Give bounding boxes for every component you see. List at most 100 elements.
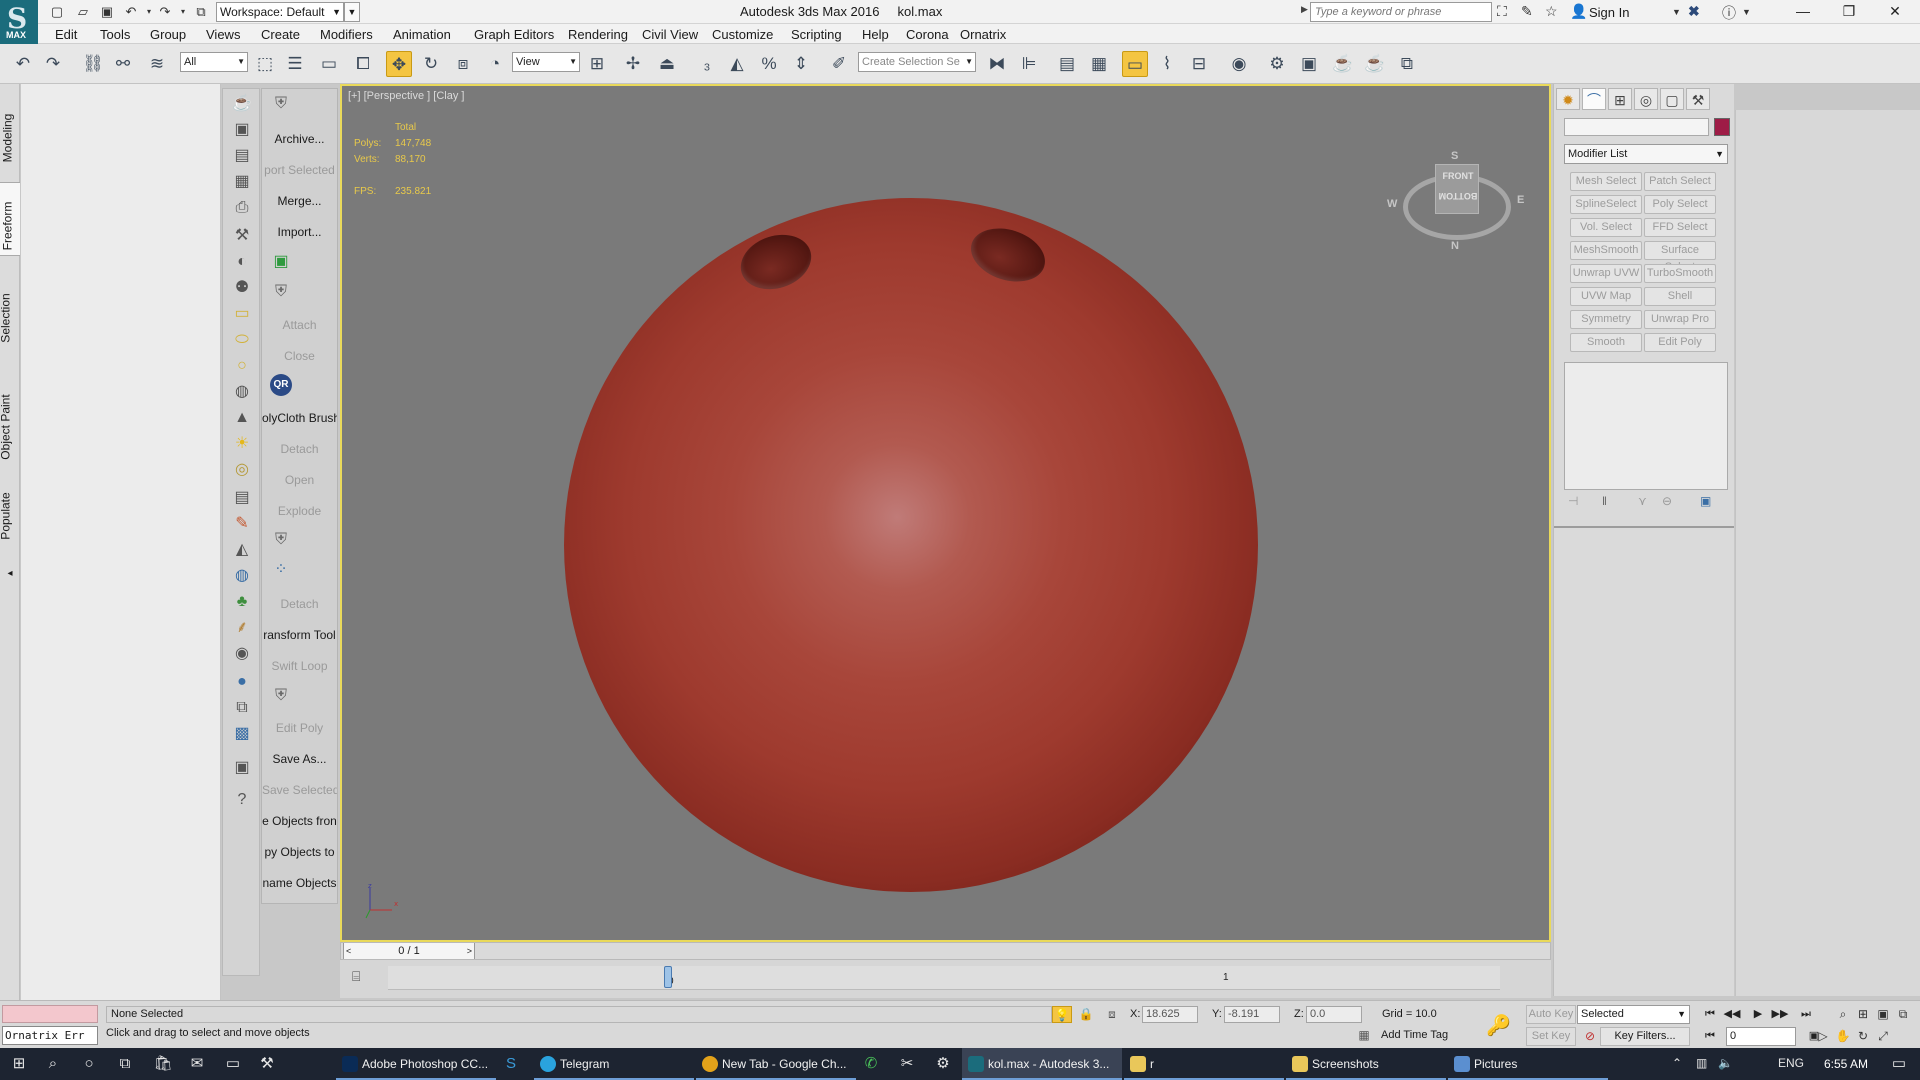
- menu-group[interactable]: Group: [150, 27, 186, 42]
- menu-rendering[interactable]: Rendering: [568, 27, 628, 42]
- camera-icon[interactable]: ⎙: [231, 197, 253, 219]
- track-ruler[interactable]: 0: [388, 966, 1500, 990]
- add-time-tag-button[interactable]: Add Time Tag: [1381, 1029, 1448, 1041]
- star-icon[interactable]: ☆: [1545, 3, 1558, 20]
- windows-start-icon[interactable]: ⊞: [8, 1054, 30, 1074]
- search-input[interactable]: Type a keyword or phrase: [1310, 2, 1492, 22]
- minimize-button[interactable]: —: [1780, 0, 1826, 24]
- time-slider[interactable]: < 0 / 1 >: [340, 942, 1551, 960]
- symmetry-button[interactable]: Symmetry: [1570, 310, 1642, 329]
- taskbar-app-telegram[interactable]: Telegram: [534, 1048, 694, 1080]
- ffd-select-button[interactable]: FFD Select: [1644, 218, 1716, 237]
- maxscript-listener-field[interactable]: [2, 1005, 98, 1023]
- sign-in-link[interactable]: Sign In: [1589, 5, 1629, 20]
- zoom-all-icon[interactable]: ⊞: [1854, 1005, 1872, 1023]
- open-button[interactable]: Open: [262, 470, 337, 490]
- binoculars-icon[interactable]: ⛶: [1497, 3, 1507, 20]
- disc-icon[interactable]: ⬭: [231, 329, 253, 351]
- app-menu-button[interactable]: S MAX: [0, 0, 38, 44]
- render-in-cloud-icon[interactable]: ⧉: [1394, 51, 1420, 77]
- snaps-toggle-icon[interactable]: ₃: [694, 51, 720, 77]
- align-icon[interactable]: ⊫: [1016, 51, 1042, 77]
- configure-modifier-sets-icon[interactable]: ▣: [1700, 494, 1711, 508]
- remove-modifier-icon[interactable]: ⊖: [1662, 494, 1672, 508]
- current-frame-field[interactable]: 0: [1726, 1027, 1796, 1046]
- subscription-icon[interactable]: ✎: [1521, 3, 1533, 20]
- zoom-extents-all-icon[interactable]: ⧉: [1894, 1005, 1912, 1023]
- export-selected-button[interactable]: port Selected: [262, 160, 337, 180]
- tube-icon[interactable]: ◍: [231, 381, 253, 403]
- help-icon[interactable]: ⓘ: [1722, 3, 1736, 23]
- x-coordinate-field[interactable]: 18.625: [1142, 1006, 1198, 1023]
- edit-poly-button[interactable]: Edit Poly: [262, 718, 337, 738]
- ribbon-expand-icon[interactable]: ◂: [0, 568, 20, 588]
- material-editor-icon[interactable]: ◉: [1226, 51, 1252, 77]
- vol-select-button[interactable]: Vol. Select: [1570, 218, 1642, 237]
- task-view-icon[interactable]: ⧉: [114, 1054, 136, 1074]
- auto-key-button[interactable]: Auto Key: [1526, 1005, 1576, 1024]
- chevron-down-icon[interactable]: ▼: [1672, 7, 1681, 17]
- tool-icon[interactable]: ⚒: [256, 1054, 278, 1074]
- taskbar-app-photoshop[interactable]: Adobe Photoshop CC...: [336, 1048, 496, 1080]
- store-icon[interactable]: 🛍: [152, 1054, 174, 1074]
- orbit-icon[interactable]: ↻: [1854, 1027, 1872, 1045]
- next-frame-icon[interactable]: ▶▶: [1770, 1006, 1790, 1023]
- redo-icon[interactable]: ↷: [40, 51, 66, 77]
- go-to-start-icon[interactable]: ⏮: [1700, 1006, 1720, 1023]
- mail-icon[interactable]: ✉: [186, 1054, 208, 1074]
- pivot-center-icon[interactable]: ⊞: [584, 51, 610, 77]
- import-button[interactable]: Import...: [262, 222, 337, 242]
- menu-corona[interactable]: Corona: [906, 27, 949, 42]
- pin-stack-icon[interactable]: ⊣: [1568, 494, 1578, 508]
- time-tag-icon[interactable]: ▦: [1354, 1027, 1374, 1044]
- menu-graph-editors[interactable]: Graph Editors: [474, 27, 554, 42]
- chevron-down-icon[interactable]: ▼: [1742, 7, 1751, 17]
- render-iterative-icon[interactable]: ☕: [1362, 51, 1388, 77]
- wrench-icon[interactable]: ⚒: [231, 225, 253, 247]
- spline-select-button[interactable]: SplineSelect: [1570, 195, 1642, 214]
- maximize-viewport-icon[interactable]: ⤢: [1874, 1027, 1892, 1045]
- render-frame-icon[interactable]: ▣: [231, 119, 253, 141]
- edit-poly-modifier-button[interactable]: Edit Poly: [1644, 333, 1716, 352]
- settings-icon[interactable]: ⚙: [932, 1054, 954, 1074]
- close-button[interactable]: Close: [262, 346, 337, 366]
- menu-help[interactable]: Help: [862, 27, 889, 42]
- workspace-selector[interactable]: Workspace: Default ▼: [216, 2, 344, 22]
- archive-button[interactable]: Archive...: [262, 129, 337, 149]
- rename-objects-button[interactable]: name Objects: [262, 873, 337, 893]
- hierarchy-tab-icon[interactable]: ⊞: [1608, 88, 1632, 110]
- absolute-transform-icon[interactable]: ⧈: [1102, 1006, 1122, 1023]
- help-icon[interactable]: ?: [231, 789, 253, 811]
- fur-sphere-icon[interactable]: ◉: [231, 643, 253, 665]
- scene-icon[interactable]: ▩: [231, 723, 253, 745]
- link-icon[interactable]: ⛓: [80, 51, 106, 77]
- chevron-up-icon[interactable]: ⌃: [1672, 1056, 1682, 1070]
- unwrap-pro-button[interactable]: Unwrap Pro: [1644, 310, 1716, 329]
- cortana-icon[interactable]: ○: [78, 1054, 100, 1074]
- viewcube[interactable]: FRONT BOTTOM S N W E: [1387, 146, 1525, 256]
- zoom-icon[interactable]: ⌕: [1834, 1005, 1852, 1023]
- bowling-ball-model[interactable]: [564, 198, 1258, 892]
- modifier-stack-list[interactable]: [1564, 362, 1728, 490]
- notifications-icon[interactable]: ▭: [1888, 1054, 1910, 1074]
- paste-objects-from-button[interactable]: e Objects fron: [262, 811, 337, 831]
- rectangular-selection-icon[interactable]: ▭: [316, 51, 342, 77]
- uvw-map-button[interactable]: UVW Map: [1570, 287, 1642, 306]
- mirror-icon[interactable]: ⧓: [984, 51, 1010, 77]
- key-filters-button[interactable]: Key Filters...: [1600, 1027, 1690, 1046]
- restore-button[interactable]: ❐: [1826, 0, 1872, 24]
- mesh-select-button[interactable]: Mesh Select: [1570, 172, 1642, 191]
- shell-button[interactable]: Shell: [1644, 287, 1716, 306]
- taskbar-app-screenshots[interactable]: Screenshots: [1286, 1048, 1446, 1080]
- redo-dropdown-icon[interactable]: ▾: [174, 3, 192, 21]
- make-unique-icon[interactable]: ⋎: [1638, 494, 1647, 508]
- select-and-move-icon[interactable]: ✥: [386, 51, 412, 77]
- utilities-tab-icon[interactable]: ⚒: [1686, 88, 1710, 110]
- window-crossing-icon[interactable]: ⧠: [350, 51, 376, 77]
- quick-access-customize-button[interactable]: ▼: [344, 2, 360, 22]
- select-and-scale-icon[interactable]: ⧈: [450, 51, 476, 77]
- save-file-icon[interactable]: ▣: [98, 3, 116, 21]
- close-button[interactable]: ✕: [1872, 0, 1918, 24]
- open-file-icon[interactable]: ▱: [74, 3, 92, 21]
- selection-filter-dropdown[interactable]: All ▼: [180, 52, 248, 72]
